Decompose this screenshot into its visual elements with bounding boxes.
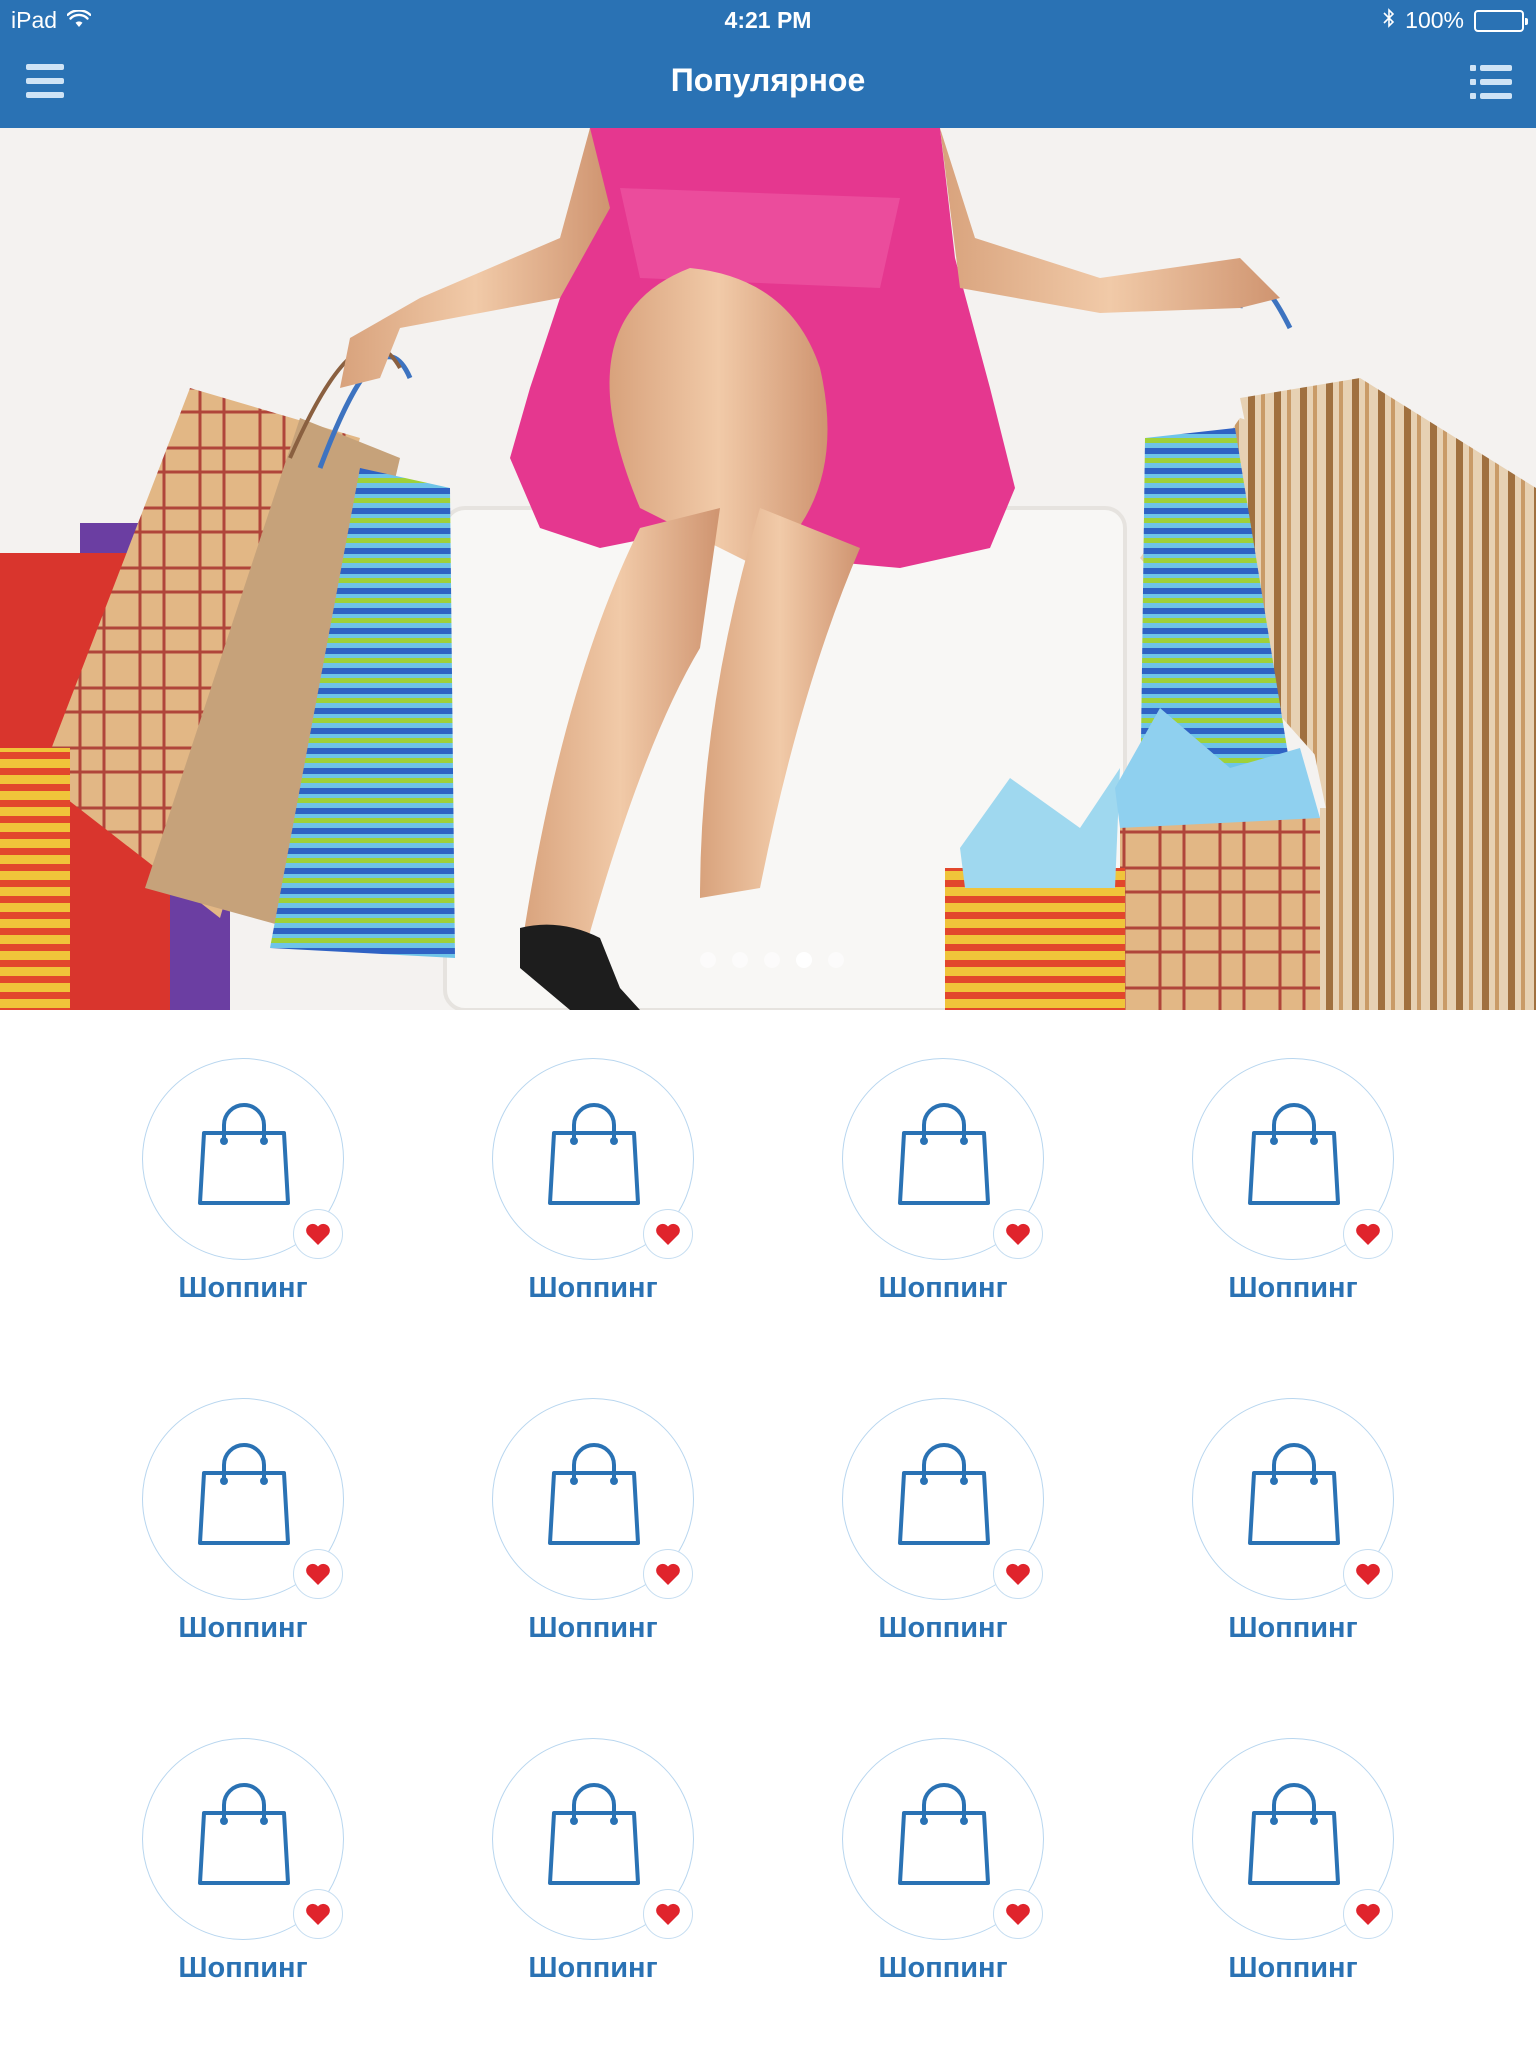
- shopping-bag-icon: [1248, 1783, 1340, 1894]
- shopping-bag-icon: [898, 1103, 990, 1214]
- tile-label: Шоппинг: [178, 1272, 308, 1304]
- tile-circle: [142, 1738, 344, 1940]
- favorite-heart-icon[interactable]: [293, 1209, 343, 1259]
- category-tile[interactable]: Шоппинг: [1182, 1350, 1402, 1644]
- shopping-bag-icon: [548, 1103, 640, 1214]
- favorite-heart-icon[interactable]: [293, 1889, 343, 1939]
- favorite-heart-icon[interactable]: [993, 1889, 1043, 1939]
- status-bar: iPad 4:21 PM 100%: [0, 0, 1536, 40]
- status-time: 4:21 PM: [724, 7, 812, 33]
- tile-label: Шоппинг: [528, 1612, 658, 1644]
- carousel-dot-active[interactable]: [796, 952, 812, 968]
- bluetooth-icon: [1383, 7, 1395, 34]
- tile-circle: [142, 1058, 344, 1260]
- carousel-dots: [0, 952, 1536, 968]
- tile-label: Шоппинг: [1228, 1272, 1358, 1304]
- tile-label: Шоппинг: [528, 1952, 658, 1984]
- battery-percent: 100%: [1405, 7, 1464, 33]
- favorite-heart-icon[interactable]: [293, 1549, 343, 1599]
- shopping-bag-icon: [1248, 1443, 1340, 1554]
- category-grid: Шоппинг Шоппинг Шоппинг Шоппинг Шоппинг Шоппи…: [0, 1010, 1536, 2048]
- banner-carousel[interactable]: [0, 128, 1536, 1010]
- tile-circle: [842, 1058, 1044, 1260]
- category-tile[interactable]: Шоппинг: [832, 1010, 1052, 1304]
- tile-label: Шоппинг: [178, 1612, 308, 1644]
- tile-label: Шоппинг: [528, 1272, 658, 1304]
- tile-label: Шоппинг: [878, 1272, 1008, 1304]
- category-tile[interactable]: Шоппинг: [132, 1690, 352, 1984]
- category-tile[interactable]: Шоппинг: [832, 1350, 1052, 1644]
- favorite-heart-icon[interactable]: [643, 1889, 693, 1939]
- tile-label: Шоппинг: [178, 1952, 308, 1984]
- category-tile[interactable]: Шоппинг: [482, 1010, 702, 1304]
- page-title: Популярное: [670, 62, 866, 98]
- shopping-bag-icon: [198, 1443, 290, 1554]
- favorite-heart-icon[interactable]: [1343, 1209, 1393, 1259]
- category-tile[interactable]: Шоппинг: [1182, 1010, 1402, 1304]
- tile-label: Шоппинг: [1228, 1952, 1358, 1984]
- favorite-heart-icon[interactable]: [643, 1549, 693, 1599]
- category-tile[interactable]: Шоппинг: [1182, 1690, 1402, 1984]
- tile-circle: [842, 1738, 1044, 1940]
- tile-circle: [1192, 1058, 1394, 1260]
- tile-circle: [1192, 1398, 1394, 1600]
- shopping-bag-icon: [898, 1443, 990, 1554]
- tile-circle: [142, 1398, 344, 1600]
- shopping-bag-icon: [898, 1783, 990, 1894]
- category-tile[interactable]: Шоппинг: [482, 1350, 702, 1644]
- top-bar: iPad 4:21 PM 100% Популярное: [0, 0, 1536, 128]
- tile-label: Шоппинг: [1228, 1612, 1358, 1644]
- tile-circle: [1192, 1738, 1394, 1940]
- favorite-heart-icon[interactable]: [643, 1209, 693, 1259]
- carousel-dot[interactable]: [828, 952, 844, 968]
- tile-label: Шоппинг: [878, 1612, 1008, 1644]
- tile-circle: [842, 1398, 1044, 1600]
- carousel-dot[interactable]: [732, 952, 748, 968]
- category-tile[interactable]: Шоппинг: [482, 1690, 702, 1984]
- favorite-heart-icon[interactable]: [1343, 1549, 1393, 1599]
- shopping-bag-icon: [548, 1443, 640, 1554]
- favorite-heart-icon[interactable]: [993, 1549, 1043, 1599]
- banner-image: [0, 128, 1536, 1010]
- favorite-heart-icon[interactable]: [1343, 1889, 1393, 1939]
- list-icon[interactable]: [1468, 62, 1514, 102]
- tile-circle: [492, 1738, 694, 1940]
- shopping-bag-icon: [548, 1783, 640, 1894]
- shopping-bag-icon: [1248, 1103, 1340, 1214]
- carousel-dot[interactable]: [764, 952, 780, 968]
- tile-label: Шоппинг: [878, 1952, 1008, 1984]
- carousel-dot[interactable]: [700, 952, 716, 968]
- battery-icon: [1474, 9, 1528, 32]
- shopping-bag-icon: [198, 1783, 290, 1894]
- favorite-heart-icon[interactable]: [993, 1209, 1043, 1259]
- category-tile[interactable]: Шоппинг: [832, 1690, 1052, 1984]
- shopping-bag-icon: [198, 1103, 290, 1214]
- category-tile[interactable]: Шоппинг: [132, 1350, 352, 1644]
- tile-circle: [492, 1058, 694, 1260]
- tile-circle: [492, 1398, 694, 1600]
- category-tile[interactable]: Шоппинг: [132, 1010, 352, 1304]
